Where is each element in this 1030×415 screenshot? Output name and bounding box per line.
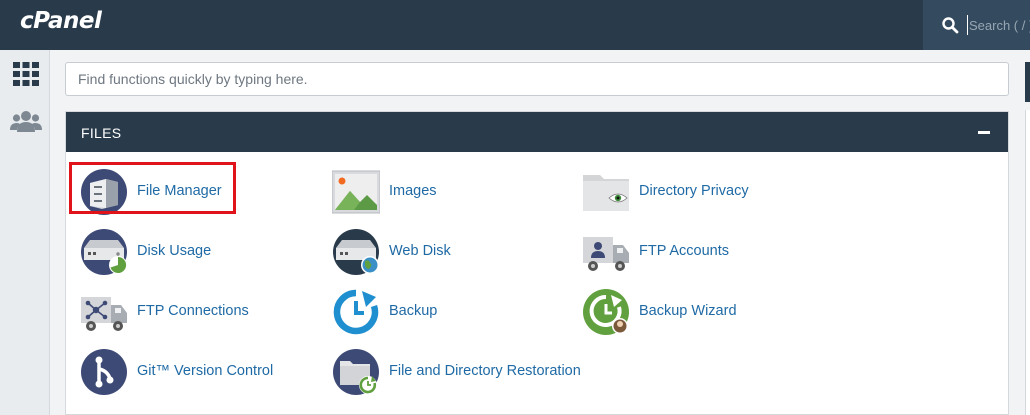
search-icon: [942, 17, 959, 34]
item-label: Backup: [389, 303, 438, 319]
files-panel: FILES File Manager Images Directory Priv…: [65, 111, 1009, 415]
main-content: FILES File Manager: [50, 50, 1030, 415]
top-bar: cPanel: [0, 0, 1030, 50]
item-label: FTP Connections: [137, 303, 249, 319]
quick-search-input[interactable]: [65, 62, 1009, 96]
right-panel-edge-body: [1025, 110, 1030, 415]
git-version-control-link[interactable]: Git™ Version Control: [80, 347, 300, 397]
ftp-accounts-link[interactable]: FTP Accounts: [582, 227, 822, 277]
item-label: Git™ Version Control: [137, 363, 274, 379]
ftp-connections-icon: [81, 297, 127, 331]
files-panel-header[interactable]: FILES: [66, 112, 1008, 152]
file-manager-highlight: [69, 162, 236, 214]
directory-privacy-link[interactable]: Directory Privacy: [582, 167, 822, 217]
collapse-icon[interactable]: [976, 124, 992, 140]
item-label: Images: [389, 183, 437, 199]
backup-wizard-icon: [583, 289, 629, 335]
left-sidebar: [0, 50, 50, 415]
grid-icon[interactable]: [10, 60, 42, 88]
header-search: [923, 0, 1030, 50]
images-link[interactable]: Images: [332, 167, 532, 217]
file-and-directory-restoration-link[interactable]: File and Directory Restoration: [332, 347, 632, 397]
disk-usage-icon: [81, 229, 127, 275]
web-disk-icon: [333, 229, 379, 275]
image-icon: [332, 170, 380, 214]
section-title: FILES: [81, 125, 122, 141]
web-disk-link[interactable]: Web Disk: [332, 227, 532, 277]
item-label: FTP Accounts: [639, 243, 729, 259]
item-label: Backup Wizard: [639, 303, 737, 319]
right-panel-edge: [1025, 62, 1030, 102]
restore-icon: [333, 349, 379, 395]
backup-link[interactable]: Backup: [332, 287, 532, 337]
git-icon: [81, 349, 127, 395]
item-label: Disk Usage: [137, 243, 212, 259]
folder-eye-icon: [583, 175, 629, 211]
users-icon[interactable]: [10, 108, 42, 136]
item-label: Web Disk: [389, 243, 451, 259]
backup-wizard-link[interactable]: Backup Wizard: [582, 287, 822, 337]
ftp-accounts-icon: [583, 237, 629, 271]
header-search-input[interactable]: [967, 15, 1030, 35]
item-label: Directory Privacy: [639, 183, 749, 199]
item-label: File and Directory Restoration: [389, 363, 581, 379]
disk-usage-link[interactable]: Disk Usage: [80, 227, 280, 277]
cpanel-logo[interactable]: cPanel: [20, 8, 102, 34]
backup-icon: [333, 289, 379, 335]
ftp-connections-link[interactable]: FTP Connections: [80, 287, 280, 337]
